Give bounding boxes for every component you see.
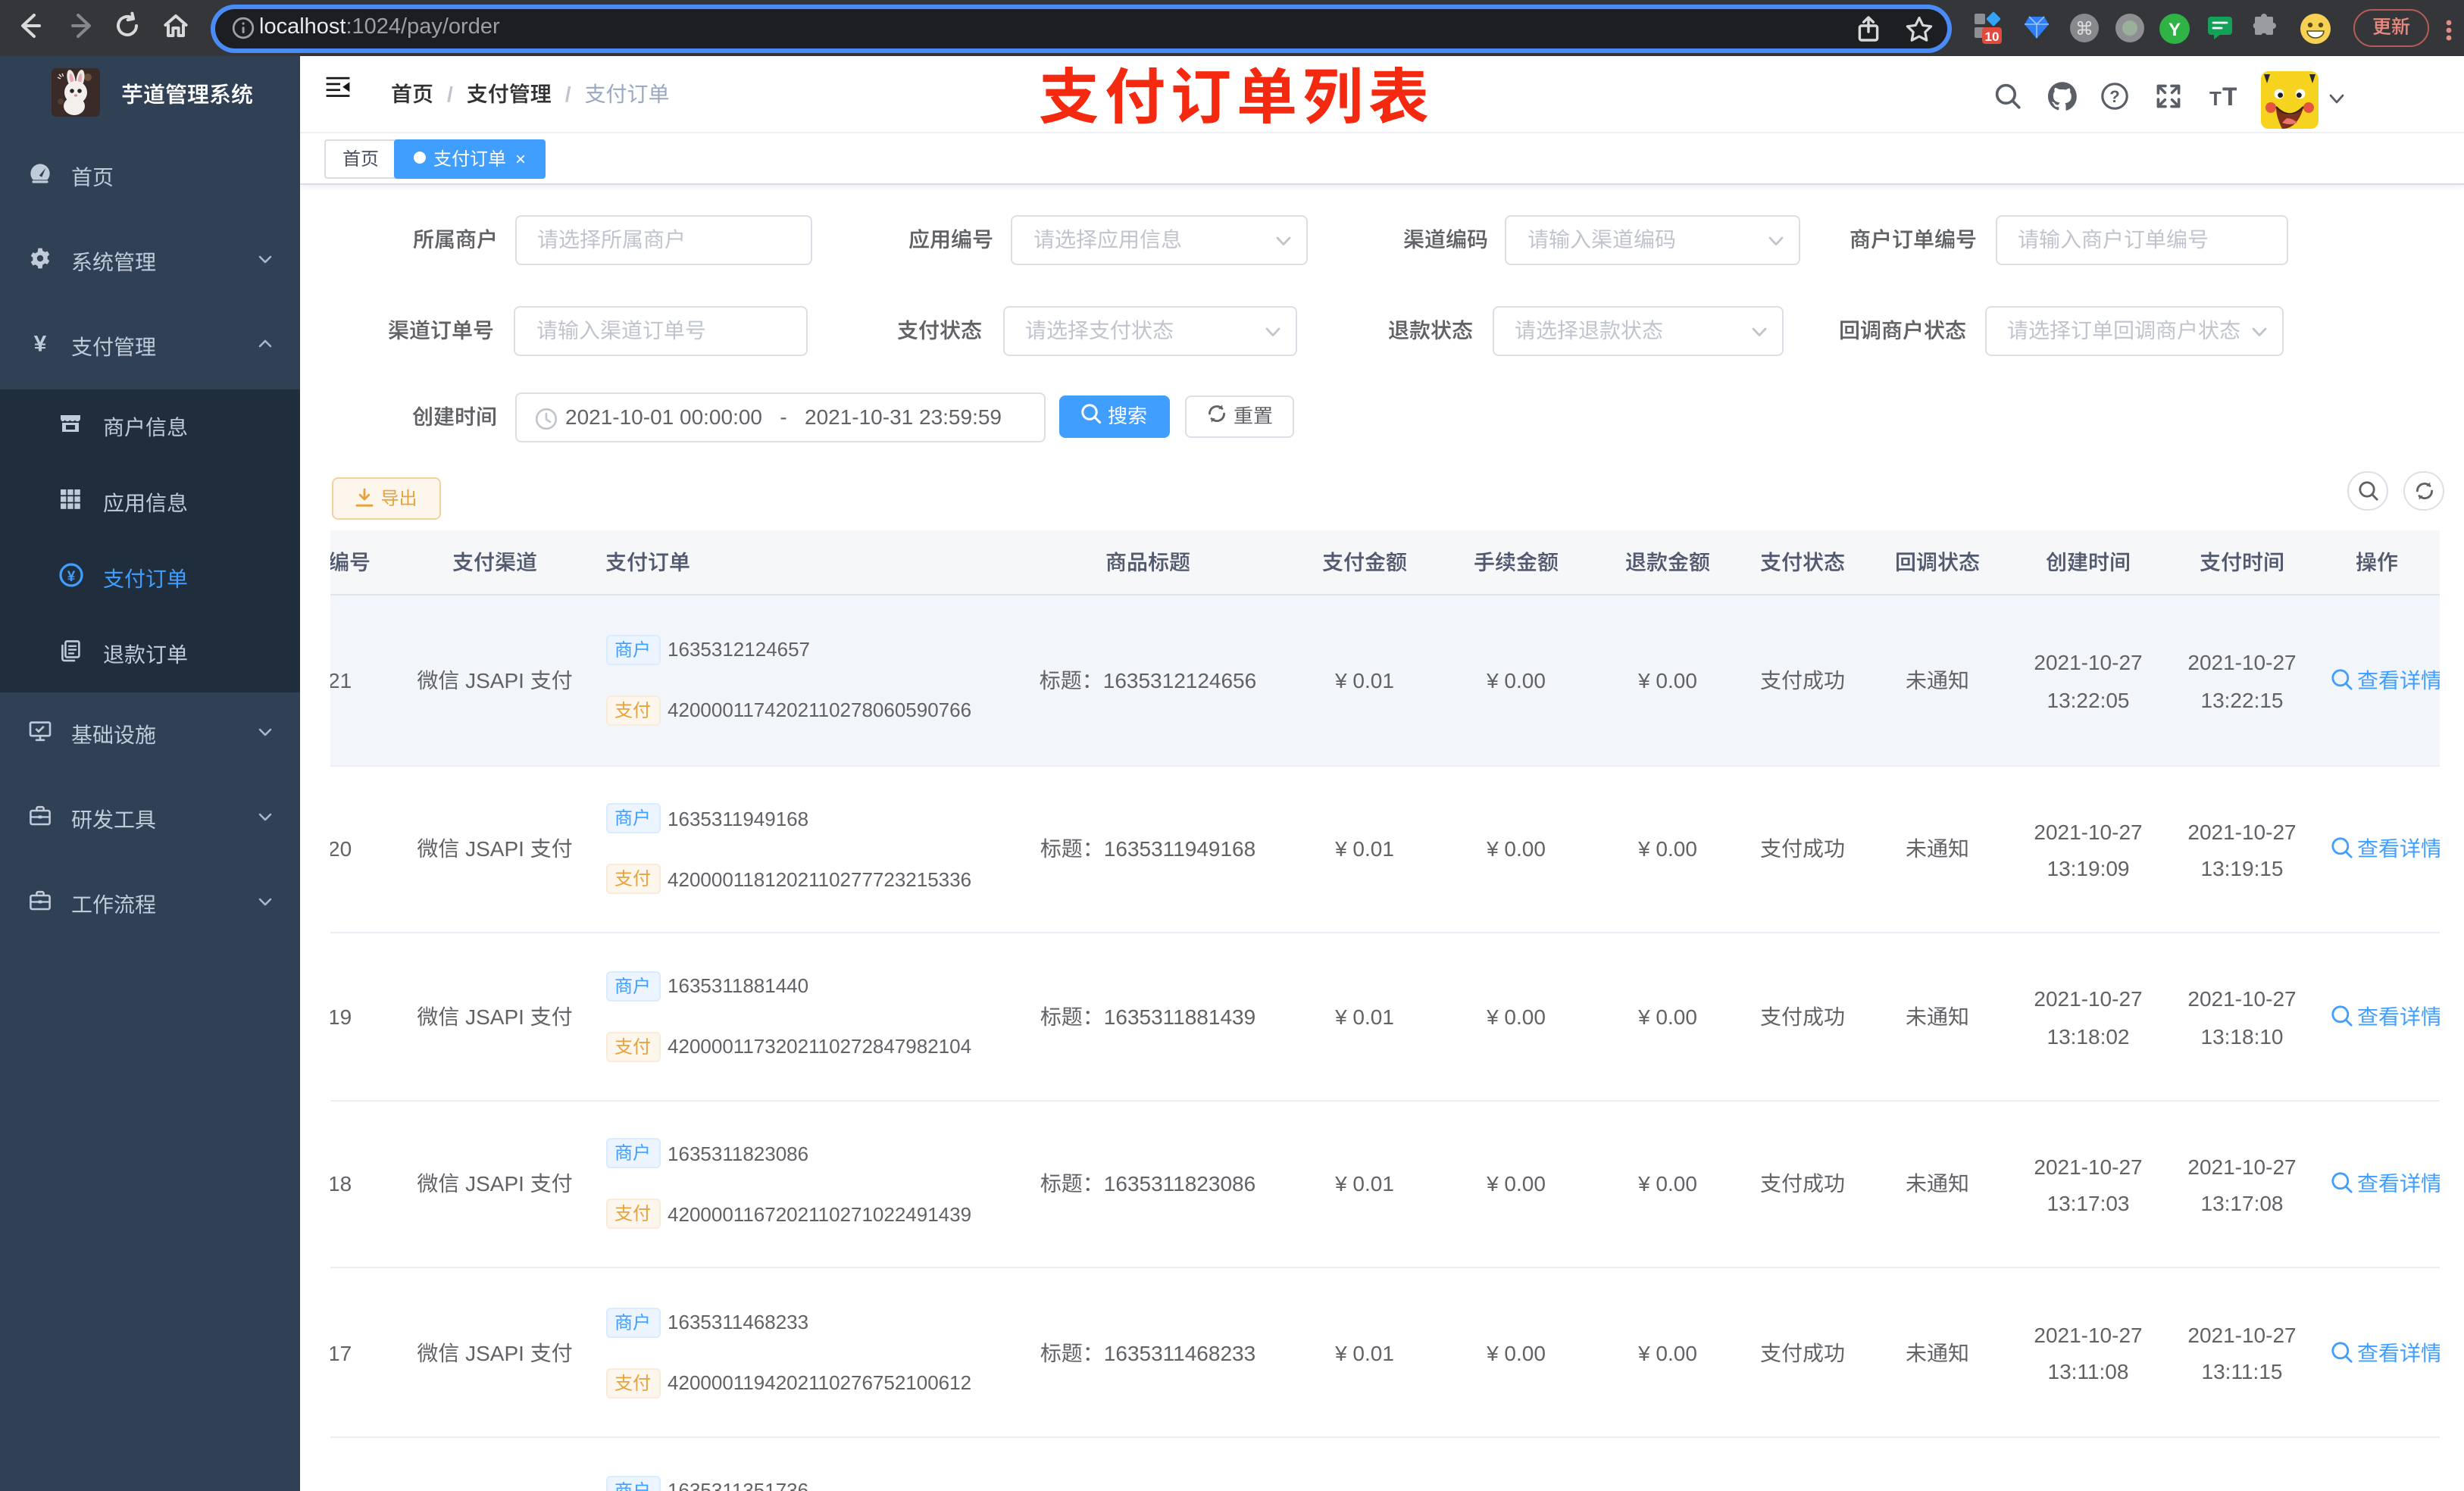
svg-text:?: ? — [2109, 87, 2119, 106]
svg-text:10: 10 — [1985, 30, 2000, 44]
svg-text:¥: ¥ — [67, 569, 76, 585]
svg-text:T: T — [2222, 83, 2237, 110]
svg-text:Y: Y — [2169, 19, 2181, 39]
svg-text:T: T — [2209, 87, 2222, 110]
svg-text:⌘: ⌘ — [2075, 18, 2093, 39]
svg-text:¥: ¥ — [34, 332, 47, 355]
